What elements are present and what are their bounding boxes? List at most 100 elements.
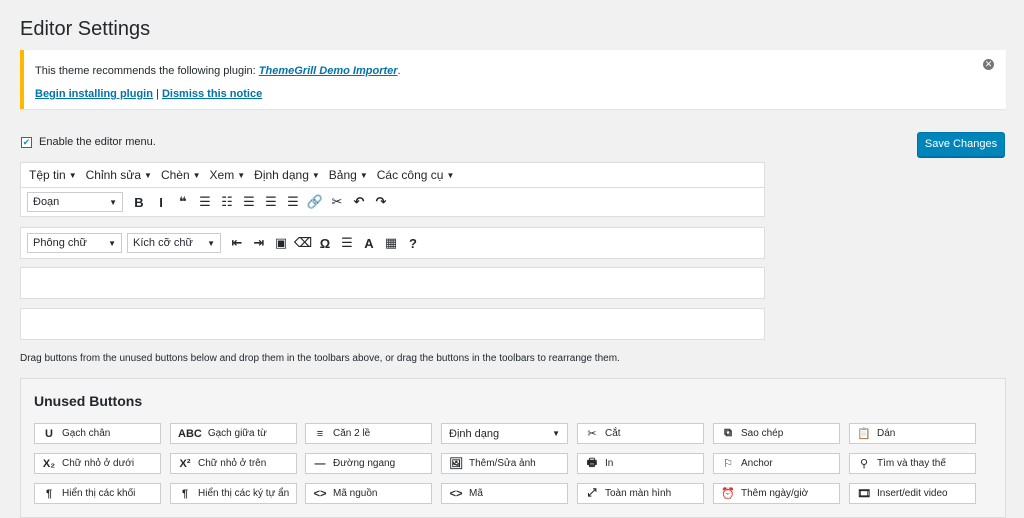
bold-icon[interactable]: B bbox=[128, 192, 150, 212]
chevron-down-icon: ▼ bbox=[68, 171, 77, 181]
unused-button[interactable]: ⚲ Tìm và thay thế bbox=[849, 453, 976, 474]
editor-menubar: Tệp tin ▼ Chỉnh sửa ▼ Chèn ▼ Xem ▼ Định dạng ▼ Bản… bbox=[21, 163, 764, 188]
drag-help-text: Drag buttons from the unused buttons bel… bbox=[20, 353, 620, 364]
font-family-select[interactable]: Phông chữ ▼ bbox=[27, 233, 122, 253]
print-icon: 🖶 bbox=[586, 457, 598, 469]
unused-button[interactable]: ⏰ Thêm ngày/giờ bbox=[713, 483, 840, 504]
unused-button[interactable]: ⧉ Sao chép bbox=[713, 423, 840, 444]
unused-button[interactable]: ⚐ Anchor bbox=[713, 453, 840, 474]
unused-button[interactable]: ⤢ Toàn màn hình bbox=[577, 483, 704, 504]
link-icon[interactable]: 🔗 bbox=[304, 192, 326, 212]
unused-button-label: Cắt bbox=[605, 428, 621, 439]
code-icon: <> bbox=[449, 487, 463, 500]
text-color-icon[interactable]: A bbox=[358, 233, 380, 253]
menu-item[interactable]: Chèn ▼ bbox=[161, 168, 201, 182]
unused-button-label: Tìm và thay thế bbox=[877, 458, 946, 469]
unused-button[interactable]: ¶ Hiển thị các khối bbox=[34, 483, 161, 504]
empty-toolbar-3[interactable] bbox=[20, 267, 765, 299]
unused-button[interactable]: ✂ Cắt bbox=[577, 423, 704, 444]
unused-button[interactable]: ¶ Hiển thị các ký tự ẩn bbox=[170, 483, 297, 504]
font-size-value: Kích cỡ chữ bbox=[133, 237, 193, 249]
unused-button[interactable]: <> Mã bbox=[441, 483, 568, 504]
menu-item-label: Chỉnh sửa bbox=[85, 168, 142, 182]
format-select[interactable]: Đoạn ▼ bbox=[27, 192, 123, 212]
unused-buttons-title: Unused Buttons bbox=[34, 393, 143, 409]
copy-icon: ⧉ bbox=[724, 427, 732, 439]
unused-button-label: Mã bbox=[469, 488, 483, 499]
source-code-icon: <> bbox=[313, 487, 327, 500]
enable-menu-label: Enable the editor menu. bbox=[39, 136, 156, 148]
unused-button-label: Chữ nhỏ ở trên bbox=[198, 458, 267, 469]
unused-button-label: Insert/edit video bbox=[877, 488, 948, 499]
enable-menu-checkbox[interactable]: ✔ bbox=[21, 136, 32, 148]
enable-menu-option[interactable]: ✔ Enable the editor menu. bbox=[21, 136, 156, 148]
unused-button-label: Gạch chân bbox=[62, 428, 111, 439]
menu-item[interactable]: Chỉnh sửa ▼ bbox=[86, 168, 152, 182]
toolbar-row-1: Đoạn ▼ B I ❝ ☰ ☷ ☰ ☰ ☰ 🔗 ✂ ↶ ↷ bbox=[21, 188, 764, 216]
unused-button-label: Chữ nhỏ ở dưới bbox=[62, 458, 135, 469]
menu-item[interactable]: Tệp tin ▼ bbox=[29, 168, 77, 182]
unused-button-label: Định dạng bbox=[449, 427, 500, 440]
align-right-icon[interactable]: ☰ bbox=[282, 192, 304, 212]
numbered-list-icon[interactable]: ☷ bbox=[216, 192, 238, 212]
plugin-notice: This theme recommends the following plug… bbox=[20, 50, 1006, 109]
blockquote-icon[interactable]: ❝ bbox=[172, 192, 194, 212]
chevron-down-icon: ▼ bbox=[144, 171, 152, 181]
unused-button[interactable]: — Đường ngang bbox=[305, 453, 432, 474]
clear-formatting-icon[interactable]: ⌫ bbox=[292, 233, 314, 253]
unused-button-label: Dán bbox=[877, 428, 896, 439]
empty-toolbar-4[interactable] bbox=[20, 308, 765, 340]
table-icon[interactable]: ▦ bbox=[380, 233, 402, 253]
menu-item-label: Xem bbox=[209, 168, 235, 182]
unused-button-label: In bbox=[605, 458, 614, 469]
unused-button[interactable]: 🖶 In bbox=[577, 453, 704, 474]
notice-message: This theme recommends the following plug… bbox=[35, 65, 401, 77]
align-left-icon[interactable]: ☰ bbox=[238, 192, 260, 212]
cut-icon: ✂ bbox=[587, 428, 597, 440]
datetime-icon: ⏰ bbox=[721, 488, 735, 500]
close-icon[interactable]: ✕ bbox=[983, 59, 994, 70]
outdent-icon[interactable]: ⇤ bbox=[226, 233, 248, 253]
fullscreen-icon: ⤢ bbox=[587, 487, 597, 499]
chevron-down-icon: ▼ bbox=[359, 171, 368, 181]
unused-button[interactable]: 🖼 Thêm/Sửa ảnh bbox=[441, 453, 568, 474]
italic-icon[interactable]: I bbox=[150, 192, 172, 212]
chevron-down-icon: ▼ bbox=[311, 171, 320, 181]
unlink-icon[interactable]: ✂ bbox=[326, 192, 348, 212]
menu-item-label: Các công cụ bbox=[376, 168, 444, 182]
help-icon[interactable]: ? bbox=[402, 233, 424, 253]
menu-item[interactable]: Bảng ▼ bbox=[329, 168, 368, 182]
unused-button[interactable]: X² Chữ nhỏ ở trên bbox=[170, 453, 297, 474]
format-dropdown-button[interactable]: Định dạng ▼ bbox=[441, 423, 568, 444]
unused-button[interactable]: X₂ Chữ nhỏ ở dưới bbox=[34, 453, 161, 474]
align-center-icon[interactable]: ☰ bbox=[260, 192, 282, 212]
unused-button[interactable]: U Gạch chân bbox=[34, 423, 161, 444]
paste-text-icon[interactable]: ▣ bbox=[270, 233, 292, 253]
unused-buttons-panel: Unused Buttons U Gạch chân ABC Gạch giữa từ… bbox=[20, 378, 1006, 518]
dismiss-notice-link[interactable]: Dismiss this notice bbox=[162, 88, 262, 100]
editor-toolbar-primary: Tệp tin ▼ Chỉnh sửa ▼ Chèn ▼ Xem ▼ Định dạng ▼ Bản… bbox=[20, 162, 765, 217]
special-character-icon[interactable]: Ω bbox=[314, 233, 336, 253]
menu-item[interactable]: Định dạng ▼ bbox=[254, 168, 320, 182]
horizontal-line-icon: — bbox=[314, 457, 326, 470]
plugin-link[interactable]: ThemeGrill Demo Importer bbox=[259, 65, 398, 77]
redo-icon[interactable]: ↷ bbox=[370, 192, 392, 212]
unused-button[interactable]: 🎞 Insert/edit video bbox=[849, 483, 976, 504]
page-break-icon[interactable]: ☰ bbox=[336, 233, 358, 253]
unused-button[interactable]: 📋 Dán bbox=[849, 423, 976, 444]
chevron-down-icon: ▼ bbox=[192, 171, 201, 181]
font-size-select[interactable]: Kích cỡ chữ ▼ bbox=[127, 233, 221, 253]
menu-item[interactable]: Xem ▼ bbox=[210, 168, 246, 182]
begin-install-link[interactable]: Begin installing plugin bbox=[35, 88, 153, 100]
unused-button-label: Hiển thị các ký tự ẩn bbox=[198, 488, 290, 499]
menu-item[interactable]: Các công cụ ▼ bbox=[377, 168, 455, 182]
bullet-list-icon[interactable]: ☰ bbox=[194, 192, 216, 212]
indent-icon[interactable]: ⇥ bbox=[248, 233, 270, 253]
unused-button[interactable]: ABC Gạch giữa từ bbox=[170, 423, 297, 444]
font-family-value: Phông chữ bbox=[33, 237, 87, 249]
show-blocks-icon: ¶ bbox=[45, 487, 53, 500]
unused-button[interactable]: <> Mã nguồn bbox=[305, 483, 432, 504]
save-changes-button[interactable]: Save Changes bbox=[917, 132, 1005, 157]
undo-icon[interactable]: ↶ bbox=[348, 192, 370, 212]
unused-button[interactable]: ≡ Căn 2 lề bbox=[305, 423, 432, 444]
